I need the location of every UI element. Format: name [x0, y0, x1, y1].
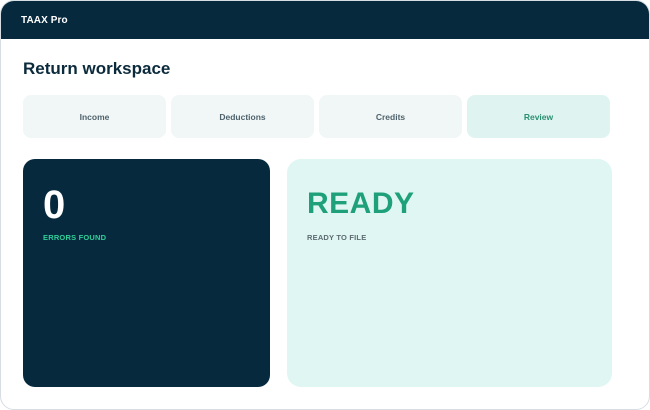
app-title: TAAX Pro: [21, 14, 68, 26]
tab-deductions[interactable]: Deductions: [171, 95, 314, 138]
tab-label: Credits: [375, 111, 406, 122]
tab-label: Income: [79, 111, 110, 122]
tab-label: Review: [523, 111, 554, 122]
tab-credits[interactable]: Credits: [319, 95, 462, 138]
status-caption: READY TO FILE: [307, 233, 367, 242]
app-window: TAAX Pro Return workspace Income Deducti…: [0, 0, 650, 410]
tab-review[interactable]: Review: [467, 95, 610, 138]
errors-caption: ERRORS FOUND: [43, 233, 107, 242]
status-card: READY READY TO FILE: [287, 159, 612, 387]
workflow-tabs: Income Deductions Credits Review: [23, 95, 610, 138]
page-title: Return workspace: [23, 59, 171, 78]
errors-card: 0 ERRORS FOUND: [23, 159, 270, 387]
tab-income[interactable]: Income: [23, 95, 166, 138]
status-value: READY: [307, 187, 415, 220]
tab-label: Deductions: [219, 111, 266, 122]
title-bar: TAAX Pro: [1, 1, 649, 39]
errors-count: 0: [43, 183, 66, 227]
